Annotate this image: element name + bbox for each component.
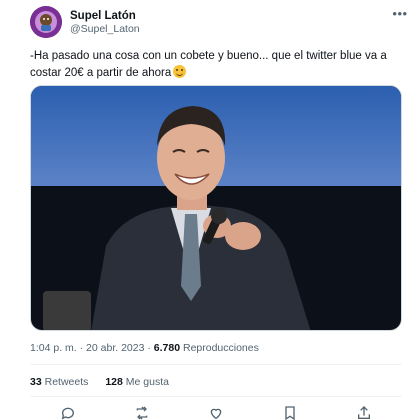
avatar[interactable] xyxy=(30,6,62,38)
views-count: 6.780 xyxy=(153,342,181,354)
likes-label: Me gusta xyxy=(125,376,169,388)
tweet-actions xyxy=(30,405,402,420)
meta-separator-2: · xyxy=(144,342,154,354)
tweet-media-photo[interactable] xyxy=(30,85,402,331)
like-icon[interactable] xyxy=(208,405,224,420)
likes-stat[interactable]: 128 Me gusta xyxy=(105,376,169,388)
author-display-name[interactable]: Supel Latón xyxy=(70,9,140,23)
retweets-count: 33 xyxy=(30,376,42,388)
tweet-stats: 33 Retweets 128 Me gusta xyxy=(30,376,183,388)
likes-count: 128 xyxy=(105,376,123,388)
retweets-label: Retweets xyxy=(44,376,89,388)
author-handle[interactable]: @Supel_Laton xyxy=(70,23,140,36)
tweet: Supel Latón @Supel_Laton ••• -Ha pasado … xyxy=(0,0,420,420)
bookmark-icon[interactable] xyxy=(282,405,298,420)
retweet-icon[interactable] xyxy=(134,405,150,420)
reply-icon[interactable] xyxy=(60,405,76,420)
tweet-text-content: -Ha pasado una cosa con un cobete y buen… xyxy=(30,50,387,79)
tweet-time[interactable]: 1:04 p. m. xyxy=(30,342,77,354)
meta-separator: · xyxy=(76,342,87,354)
tweet-date[interactable]: 20 abr. 2023 xyxy=(86,342,144,354)
share-icon[interactable] xyxy=(356,405,372,420)
grinning-sweat-emoji-icon xyxy=(173,65,187,78)
tweet-text: -Ha pasado una cosa con un cobete y buen… xyxy=(30,48,402,82)
tweet-meta: 1:04 p. m. · 20 abr. 2023 · 6.780 Reprod… xyxy=(30,342,259,354)
more-dots-icon[interactable]: ••• xyxy=(390,6,410,26)
divider xyxy=(30,396,402,397)
tweet-header: Supel Latón @Supel_Laton ••• xyxy=(30,6,410,40)
divider xyxy=(30,364,402,365)
retweets-stat[interactable]: 33 Retweets xyxy=(30,376,88,388)
views-label: Reproducciones xyxy=(182,342,259,354)
author-names: Supel Latón @Supel_Laton xyxy=(70,9,140,36)
